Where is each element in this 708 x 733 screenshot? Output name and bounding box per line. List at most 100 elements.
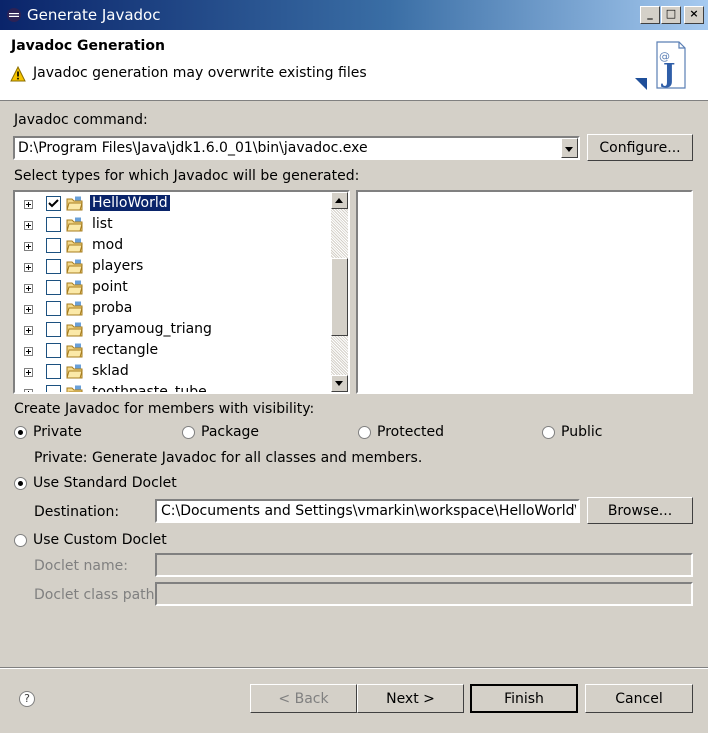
- maximize-button[interactable]: □: [661, 6, 681, 24]
- radio-public[interactable]: Public: [542, 424, 632, 443]
- tree-item[interactable]: pryamoug_triang: [15, 320, 331, 341]
- tree-item[interactable]: sklad: [15, 362, 331, 383]
- expand-icon[interactable]: [24, 347, 33, 356]
- radio-button[interactable]: [14, 426, 27, 439]
- tree-item[interactable]: proba: [15, 299, 331, 320]
- scroll-up-button[interactable]: [331, 192, 348, 209]
- visibility-description: Private: Generate Javadoc for all classe…: [34, 450, 423, 466]
- expand-icon[interactable]: [24, 326, 33, 335]
- tree-item-checkbox[interactable]: [46, 238, 61, 253]
- close-button[interactable]: ×: [684, 6, 704, 24]
- package-folder-icon: [66, 217, 83, 232]
- configure-button[interactable]: Configure...: [587, 134, 693, 161]
- expand-icon[interactable]: [24, 389, 33, 392]
- minimize-button[interactable]: _: [640, 6, 660, 24]
- window-title: Generate Javadoc: [27, 6, 161, 24]
- package-folder-icon: [66, 343, 83, 358]
- tree-item-label: sklad: [92, 363, 129, 379]
- back-button[interactable]: < Back: [250, 684, 357, 713]
- doclet-classpath-input[interactable]: [155, 582, 693, 606]
- radio-button[interactable]: [542, 426, 555, 439]
- radio-standard-doclet[interactable]: Use Standard Doclet: [14, 475, 214, 494]
- title-bar[interactable]: Generate Javadoc _ □ ×: [0, 0, 708, 30]
- tree-item-label: proba: [92, 300, 133, 316]
- svg-text:J: J: [661, 59, 675, 89]
- tree-item-label: mod: [92, 237, 124, 253]
- tree-item[interactable]: toothpaste_tube: [15, 383, 331, 394]
- package-folder-icon: [66, 385, 83, 392]
- doclet-name-label: Doclet name:: [34, 558, 128, 574]
- tree-item[interactable]: point: [15, 278, 331, 299]
- tree-item[interactable]: list: [15, 215, 331, 236]
- tree-item-checkbox[interactable]: [46, 280, 61, 295]
- package-folder-icon: [66, 259, 83, 274]
- radio-package[interactable]: Package: [182, 424, 282, 443]
- javadoc-command-combo[interactable]: D:\Program Files\Java\jdk1.6.0_01\bin\ja…: [13, 136, 580, 160]
- tree-item-checkbox[interactable]: [46, 385, 61, 392]
- chevron-down-icon[interactable]: [561, 138, 578, 158]
- radio-private[interactable]: Private: [14, 424, 114, 443]
- warning-icon: [10, 66, 26, 82]
- tree-item[interactable]: rectangle: [15, 341, 331, 362]
- expand-icon[interactable]: [24, 368, 33, 377]
- browse-button[interactable]: Browse...: [587, 497, 693, 524]
- types-label: Select types for which Javadoc will be g…: [14, 168, 360, 184]
- members-list[interactable]: [356, 190, 693, 394]
- javadoc-command-value: D:\Program Files\Java\jdk1.6.0_01\bin\ja…: [18, 140, 368, 156]
- radio-button[interactable]: [182, 426, 195, 439]
- package-folder-icon: [66, 322, 83, 337]
- tree-item-checkbox[interactable]: [46, 217, 61, 232]
- radio-button[interactable]: [358, 426, 371, 439]
- package-folder-icon: [66, 238, 83, 253]
- tree-item-label: toothpaste_tube: [92, 384, 207, 394]
- tree-item-checkbox[interactable]: [46, 343, 61, 358]
- package-folder-icon: [66, 301, 83, 316]
- expand-icon[interactable]: [24, 200, 33, 209]
- radio-button[interactable]: [14, 534, 27, 547]
- tree-item-label: rectangle: [92, 342, 159, 358]
- tree-item-label: pryamoug_triang: [92, 321, 212, 337]
- footer-separator: [0, 667, 708, 669]
- tree-item-checkbox[interactable]: [46, 301, 61, 316]
- scroll-down-button[interactable]: [331, 375, 348, 392]
- expand-icon[interactable]: [24, 221, 33, 230]
- tree-item-label: point: [92, 279, 128, 295]
- package-folder-icon: [66, 364, 83, 379]
- eclipse-icon: [7, 8, 21, 22]
- package-folder-icon: [66, 196, 83, 211]
- types-tree[interactable]: HelloWorld list mod players point proba pryamo…: [13, 190, 350, 394]
- help-icon[interactable]: ?: [19, 691, 35, 707]
- wizard-header: Javadoc Generation Javadoc generation ma…: [0, 30, 708, 101]
- expand-icon[interactable]: [24, 242, 33, 251]
- javadoc-wizard-icon: @ J: [635, 41, 686, 90]
- page-title: Javadoc Generation: [11, 38, 165, 54]
- radio-button[interactable]: [14, 477, 27, 490]
- package-folder-icon: [66, 280, 83, 295]
- expand-icon[interactable]: [24, 263, 33, 272]
- next-button[interactable]: Next >: [357, 684, 464, 713]
- doclet-name-input[interactable]: [155, 553, 693, 577]
- destination-label: Destination:: [34, 504, 120, 520]
- vertical-scrollbar[interactable]: [331, 192, 348, 392]
- tree-item-checkbox[interactable]: [46, 322, 61, 337]
- radio-protected[interactable]: Protected: [358, 424, 468, 443]
- scroll-thumb[interactable]: [331, 258, 348, 336]
- tree-item-checkbox[interactable]: [46, 196, 61, 211]
- javadoc-command-label: Javadoc command:: [14, 112, 148, 128]
- tree-item-checkbox[interactable]: [46, 364, 61, 379]
- tree-item-checkbox[interactable]: [46, 259, 61, 274]
- tree-item[interactable]: HelloWorld: [15, 194, 331, 215]
- destination-input[interactable]: C:\Documents and Settings\vmarkin\worksp…: [155, 499, 580, 523]
- cancel-button[interactable]: Cancel: [585, 684, 693, 713]
- tree-item-label: HelloWorld: [89, 194, 171, 212]
- doclet-classpath-label: Doclet class path:: [34, 587, 160, 603]
- header-message: Javadoc generation may overwrite existin…: [33, 65, 367, 81]
- expand-icon[interactable]: [24, 284, 33, 293]
- finish-button[interactable]: Finish: [470, 684, 578, 713]
- expand-icon[interactable]: [24, 305, 33, 314]
- tree-item[interactable]: mod: [15, 236, 331, 257]
- radio-custom-doclet[interactable]: Use Custom Doclet: [14, 532, 214, 551]
- tree-item-label: list: [92, 216, 113, 232]
- tree-item[interactable]: players: [15, 257, 331, 278]
- tree-item-label: players: [92, 258, 144, 274]
